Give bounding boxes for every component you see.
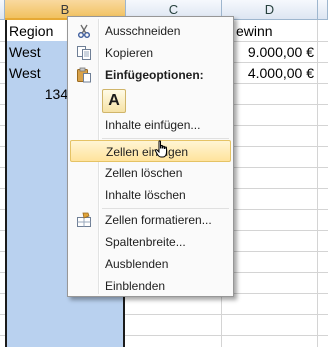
menu-item-label: Spaltenbreite... xyxy=(105,235,186,249)
cell-b2[interactable]: West xyxy=(9,42,41,63)
column-header-d[interactable]: D xyxy=(222,0,318,20)
menu-item-hide[interactable]: Ausblenden xyxy=(70,253,231,275)
menu-item-label: Inhalte löschen xyxy=(105,188,186,202)
menu-header-paste-options: Einfügeoptionen: xyxy=(70,64,231,86)
menu-item-label: Zellen löschen xyxy=(105,166,183,180)
paste-option-letter: A xyxy=(108,92,120,109)
menu-item-copy[interactable]: Kopieren xyxy=(70,42,231,64)
menu-separator xyxy=(102,138,229,139)
menu-item-clear-contents[interactable]: Inhalte löschen xyxy=(70,184,231,206)
cell-d3[interactable]: 4.000,00 € xyxy=(230,63,314,84)
menu-item-format-cells[interactable]: Zellen formatieren... xyxy=(70,209,231,231)
menu-item-column-width[interactable]: Spaltenbreite... xyxy=(70,231,231,253)
context-menu: Ausschneiden Kopieren Einfügeoptionen: A… xyxy=(67,16,234,297)
cell-d1[interactable]: ewinn xyxy=(236,21,273,42)
menu-item-cut[interactable]: Ausschneiden xyxy=(70,20,231,42)
paste-option-button[interactable]: A xyxy=(102,89,126,113)
menu-item-label: Zellen formatieren... xyxy=(105,213,212,227)
column-header-e[interactable] xyxy=(318,0,328,20)
copy-icon xyxy=(76,45,92,61)
menu-item-label: Ausblenden xyxy=(105,257,169,271)
cell-b4[interactable]: 134. xyxy=(20,84,72,105)
menu-item-label: Kopieren xyxy=(105,46,154,60)
menu-item-label: Ausschneiden xyxy=(105,24,181,38)
cell-b1[interactable]: Region xyxy=(9,21,53,42)
format-cells-icon xyxy=(76,212,92,228)
menu-item-unhide[interactable]: Einblenden xyxy=(70,275,231,297)
gridline xyxy=(317,20,318,347)
menu-item-label: Inhalte einfügen... xyxy=(105,118,201,132)
menu-item-label: Einfügeoptionen: xyxy=(105,68,204,82)
paste-icon xyxy=(76,67,92,83)
cell-d2[interactable]: 9.000,00 € xyxy=(230,42,314,63)
menu-item-insert-cells[interactable]: Zellen einfügen xyxy=(70,140,231,162)
menu-item-paste-special[interactable]: Inhalte einfügen... xyxy=(70,114,231,136)
menu-item-label: Zellen einfügen xyxy=(106,145,189,159)
cell-b3[interactable]: West xyxy=(9,63,41,84)
menu-item-label: Einblenden xyxy=(105,279,166,293)
scissors-icon xyxy=(76,23,92,39)
menu-item-delete-cells[interactable]: Zellen löschen xyxy=(70,162,231,184)
hand-cursor-icon xyxy=(154,140,170,160)
